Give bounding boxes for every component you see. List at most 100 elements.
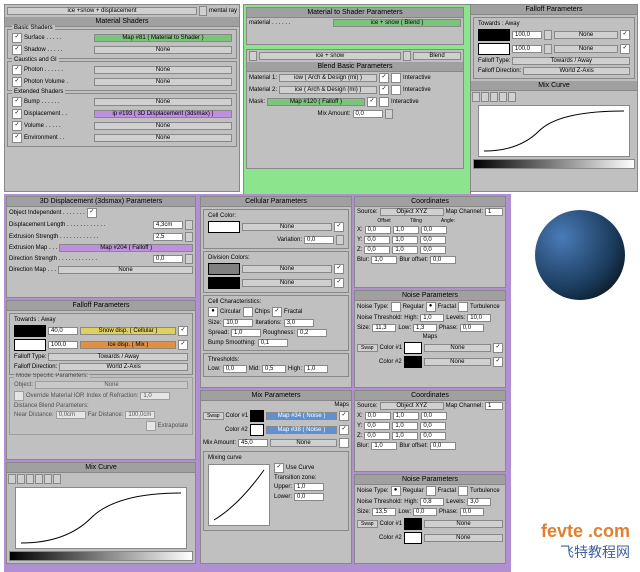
c2-swatch[interactable] (250, 424, 264, 436)
nsize-input[interactable]: 11,3 (372, 324, 396, 332)
reg2-radio[interactable]: ● (391, 486, 401, 496)
blur-input[interactable]: 1,0 (371, 256, 397, 264)
curve2-graph[interactable] (15, 487, 187, 549)
circular-radio[interactable]: ● (208, 307, 218, 317)
source-dd[interactable]: Object XYZ (380, 208, 444, 216)
h2-input[interactable]: 0,8 (420, 498, 444, 506)
material-dropdown[interactable]: ice +snow + displacement (7, 7, 197, 15)
fdir-dd[interactable]: World Z-Axis (523, 67, 630, 75)
map1-btn[interactable]: None (554, 31, 618, 39)
iter-input[interactable]: 3,0 (284, 319, 314, 327)
mat2-cb[interactable]: ✓ (379, 85, 389, 95)
mc3[interactable] (26, 474, 34, 484)
val2-input[interactable]: 100,0 (512, 45, 542, 53)
mc6[interactable] (53, 474, 61, 484)
n2c2-btn[interactable]: None (424, 534, 503, 542)
frac-radio[interactable]: ● (426, 302, 436, 312)
blur2-input[interactable]: 1,0 (371, 442, 397, 450)
swap-btn[interactable]: Swap (203, 412, 224, 420)
rough-input[interactable]: 0,2 (297, 329, 327, 337)
dstr-input[interactable]: 0,0 (153, 255, 183, 263)
map2-btn[interactable]: None (554, 45, 618, 53)
n2c1-btn[interactable]: None (424, 520, 503, 528)
mid-input[interactable]: 0,5 (262, 365, 286, 373)
x2a[interactable]: 0,0 (421, 412, 447, 420)
disp-cb[interactable]: ✓ (12, 109, 22, 119)
dlen-input[interactable]: 4,3cm (153, 221, 183, 229)
zt[interactable]: 1,0 (392, 246, 418, 254)
zo[interactable]: 0,0 (364, 246, 390, 254)
var-input[interactable]: 0,0 (304, 236, 334, 244)
f2b2-btn[interactable]: Ice disp. ( Mix ) (80, 341, 176, 349)
n2c1-swatch[interactable] (404, 518, 422, 530)
surface-cb[interactable]: ✓ (12, 33, 22, 43)
ftype-dd[interactable]: Towards / Away (512, 57, 630, 65)
reg-radio[interactable] (391, 302, 401, 312)
f2c2-swatch[interactable] (14, 339, 46, 351)
nc2-cb[interactable]: ✓ (493, 357, 503, 367)
env-cb[interactable]: ✓ (12, 133, 22, 143)
val1-input[interactable]: 100,0 (512, 31, 542, 39)
mapch2-input[interactable]: 1 (485, 402, 503, 410)
nc1-swatch[interactable] (404, 342, 422, 354)
div2-btn[interactable]: None (242, 279, 332, 287)
volume-btn[interactable]: None (94, 122, 232, 130)
c2[interactable] (481, 92, 489, 102)
c3[interactable] (490, 92, 498, 102)
mat1-btn[interactable]: iow ( Arch & Design (mi) ) (279, 74, 377, 82)
low-input[interactable]: 0,0 (223, 365, 247, 373)
ph2-input[interactable]: 0,0 (460, 508, 484, 516)
mask-radio[interactable] (379, 97, 389, 107)
y2a[interactable]: 0,0 (420, 422, 446, 430)
turb-radio[interactable] (458, 302, 468, 312)
lv2-input[interactable]: 3,0 (467, 498, 491, 506)
nph-input[interactable]: 0,0 (460, 324, 484, 332)
spread-input[interactable]: 1,0 (231, 329, 261, 337)
size-input[interactable]: 10,0 (223, 319, 253, 327)
div1-btn[interactable]: None (242, 265, 332, 273)
photon-cb[interactable]: ✓ (12, 65, 22, 75)
c2-map-btn[interactable]: Map #38 ( Noise ) (266, 426, 337, 434)
surface-map-btn[interactable]: Map #81 ( Material to Shader ) (94, 34, 232, 42)
mixamt2-btn[interactable]: None (270, 439, 337, 447)
s[interactable] (185, 220, 193, 230)
emap-btn[interactable]: Map #204 ( Falloff ) (59, 244, 193, 252)
z2o[interactable]: 0,0 (364, 432, 390, 440)
bump-cb[interactable]: ✓ (12, 97, 22, 107)
f2b2-cb[interactable]: ✓ (178, 340, 188, 350)
x2t[interactable]: 1,0 (393, 412, 419, 420)
s[interactable] (185, 232, 193, 242)
c1[interactable] (472, 92, 480, 102)
upper-input[interactable]: 1,0 (294, 483, 324, 491)
f2b1-cb[interactable]: ✓ (178, 326, 188, 336)
f2v1-input[interactable]: 40,0 (48, 327, 78, 335)
c1-swatch[interactable] (250, 410, 264, 422)
curve1-graph[interactable] (478, 105, 630, 157)
disp-btn[interactable]: ip #193 ( 3D Displacement (3dsmax) ) (94, 110, 232, 118)
lo2-input[interactable]: 0,0 (413, 508, 437, 516)
div2-swatch[interactable] (208, 277, 240, 289)
xo[interactable]: 0,0 (365, 226, 391, 234)
mixamt-input[interactable]: 0,0 (353, 110, 383, 118)
mc4[interactable] (35, 474, 43, 484)
c4[interactable] (499, 92, 507, 102)
nc2-btn[interactable]: None (424, 358, 491, 366)
mc2[interactable] (17, 474, 25, 484)
mat1-radio[interactable] (391, 73, 401, 83)
blend-dd[interactable]: ice + snow (259, 52, 401, 60)
cellcolor-btn[interactable]: None (242, 223, 332, 231)
volume-cb[interactable]: ✓ (12, 121, 22, 131)
y2o[interactable]: 0,0 (364, 422, 390, 430)
cellcolor-swatch[interactable] (208, 221, 240, 233)
yo[interactable]: 0,0 (364, 236, 390, 244)
lev-input[interactable]: 10,0 (467, 314, 491, 322)
turb2-radio[interactable] (458, 486, 468, 496)
f2b1-btn[interactable]: Snow disp. ( Cellular ) (80, 327, 176, 335)
s[interactable] (336, 235, 344, 245)
map2-cb[interactable]: ✓ (620, 44, 630, 54)
cc-cb[interactable]: ✓ (334, 222, 344, 232)
f2c1-swatch[interactable] (14, 325, 46, 337)
mask-cb[interactable]: ✓ (367, 97, 377, 107)
shadow-cb[interactable]: ✓ (12, 45, 22, 55)
fractal-cb[interactable]: ✓ (272, 307, 282, 317)
